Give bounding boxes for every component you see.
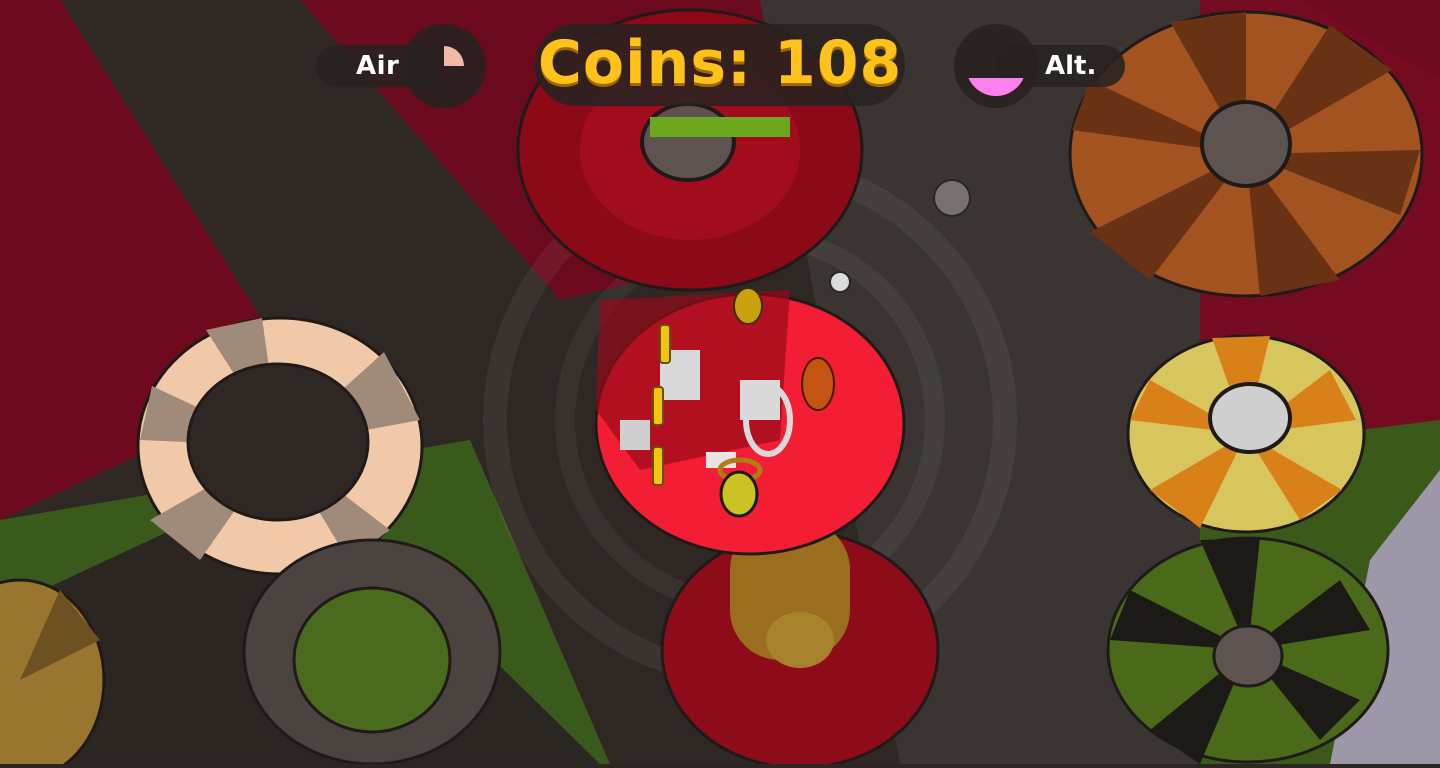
progress-bar	[650, 117, 790, 137]
orange-capsule-enemy	[801, 357, 835, 411]
white-post-yellow	[1208, 382, 1292, 454]
alt-label: Alt.	[1045, 51, 1097, 81]
coin	[652, 446, 664, 486]
grey-post-green	[1212, 624, 1284, 688]
game-viewport[interactable]	[0, 0, 1440, 768]
gold-pillar-top	[766, 612, 834, 668]
air-label: Air	[356, 51, 400, 81]
coin-disc	[733, 287, 763, 325]
game-scene	[0, 0, 1440, 768]
alt-gauge-icon	[966, 78, 1026, 96]
player-character	[719, 470, 759, 518]
alt-gauge	[954, 24, 1038, 108]
beige-ring-hole	[186, 362, 370, 522]
grey-post-top	[640, 102, 736, 182]
air-gauge	[402, 24, 486, 108]
coin	[659, 324, 671, 364]
coin	[652, 386, 664, 426]
air-gauge-icon	[444, 46, 464, 66]
alt-gauge-fill	[966, 78, 1026, 96]
air-gauge-fill	[444, 46, 464, 66]
coin-counter: Coins: 108	[535, 24, 905, 106]
grey-ring-center	[292, 586, 452, 734]
coin-count-label: Coins: 108	[537, 28, 903, 98]
grey-ball	[933, 179, 971, 217]
grey-post-orange	[1200, 100, 1292, 188]
white-ball	[829, 271, 851, 293]
